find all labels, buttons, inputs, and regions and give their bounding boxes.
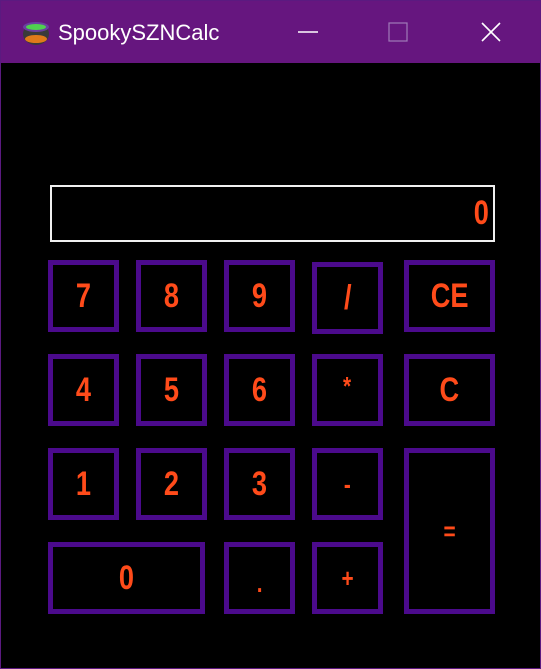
maximize-icon[interactable] <box>378 13 418 51</box>
equals-button[interactable]: = <box>404 448 495 614</box>
key-8[interactable]: 8 <box>136 260 207 332</box>
key-label: / <box>343 278 352 317</box>
divide-button[interactable]: / <box>312 262 383 334</box>
multiply-button[interactable]: * <box>312 354 383 426</box>
clear-entry-button[interactable]: CE <box>404 260 495 332</box>
key-label: 8 <box>163 276 180 315</box>
key-label: * <box>343 371 352 401</box>
key-label: 0 <box>118 558 135 597</box>
key-label: 5 <box>163 370 180 409</box>
title-bar[interactable]: SpookySZNCalc <box>1 1 540 63</box>
key-label: - <box>344 468 351 499</box>
calculator-display: 0 <box>50 185 495 242</box>
key-1[interactable]: 1 <box>48 448 119 520</box>
key-9[interactable]: 9 <box>224 260 295 332</box>
key-label: . <box>256 568 263 598</box>
key-3[interactable]: 3 <box>224 448 295 520</box>
key-label: 1 <box>75 464 92 503</box>
add-button[interactable]: + <box>312 542 383 614</box>
key-label: C <box>439 370 460 409</box>
key-label: 7 <box>75 276 92 315</box>
key-label: 3 <box>251 464 268 503</box>
key-label: = <box>443 515 456 546</box>
calculator-window: SpookySZNCalc 0 7 8 9 / CE 4 5 6 * C 1 2… <box>0 0 541 669</box>
close-icon[interactable] <box>471 13 511 51</box>
key-5[interactable]: 5 <box>136 354 207 426</box>
display-value: 0 <box>473 194 489 232</box>
key-label: 6 <box>251 370 268 409</box>
key-label: 9 <box>251 276 268 315</box>
key-label: + <box>341 562 354 593</box>
key-2[interactable]: 2 <box>136 448 207 520</box>
key-label: 4 <box>75 370 92 409</box>
key-label: CE <box>430 276 469 315</box>
key-7[interactable]: 7 <box>48 260 119 332</box>
window-title: SpookySZNCalc <box>58 20 220 45</box>
clear-button[interactable]: C <box>404 354 495 426</box>
minimize-icon[interactable] <box>288 13 328 51</box>
key-4[interactable]: 4 <box>48 354 119 426</box>
key-label: 2 <box>163 464 180 503</box>
key-0[interactable]: 0 <box>48 542 205 614</box>
cauldron-icon <box>23 22 49 45</box>
subtract-button[interactable]: - <box>312 448 383 520</box>
decimal-button[interactable]: . <box>224 542 295 614</box>
key-6[interactable]: 6 <box>224 354 295 426</box>
